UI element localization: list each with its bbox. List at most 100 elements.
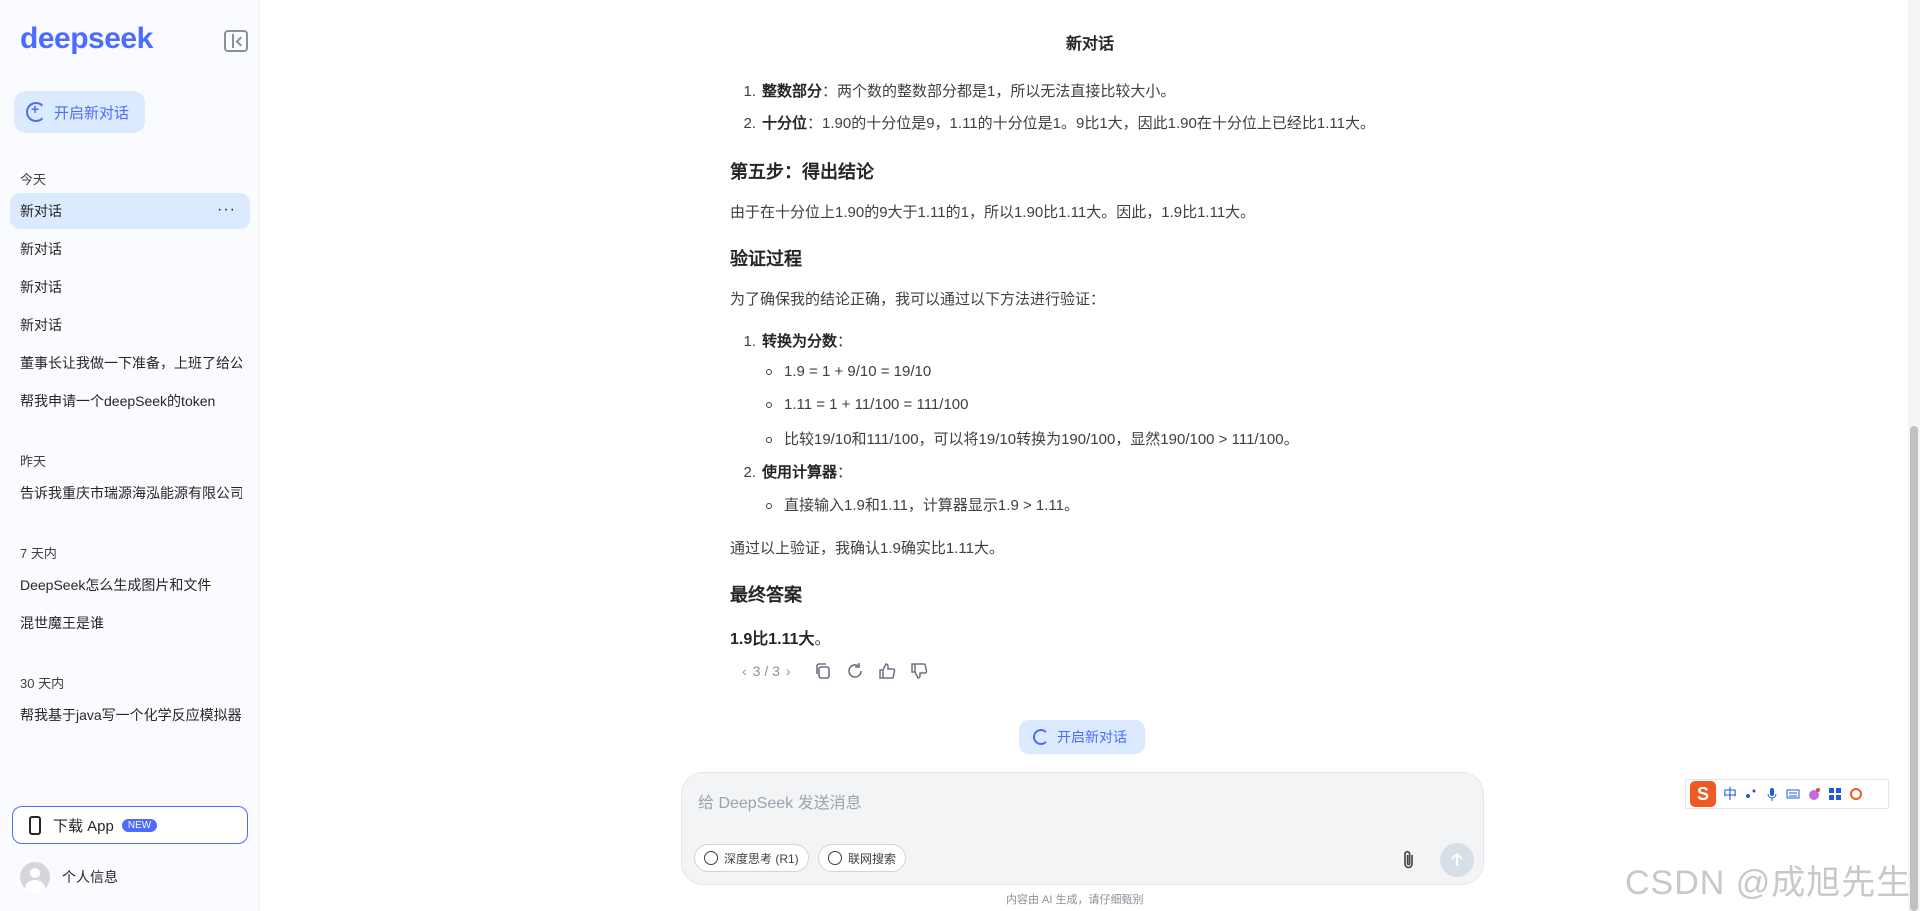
web-search-label: 联网搜索 <box>848 851 897 866</box>
bullet-item: 比较19/10和111/100，可以将19/10转换为190/100，显然190… <box>766 428 1299 449</box>
text: 1.9 = 1 + 9/10 = 19/10 <box>784 363 932 380</box>
watermark: CSDN @成旭先生 <box>1625 864 1912 902</box>
section-heading: 最终答案 <box>730 585 802 605</box>
conversation-item[interactable]: 混世魔王是谁 <box>10 605 250 641</box>
conversation-item[interactable]: 新对话 ··· <box>10 193 250 229</box>
text: ： <box>837 333 853 350</box>
conversation-item[interactable]: 帮我基于java写一个化学反应模拟器 <box>10 697 250 733</box>
section-heading: 第五步：得出结论 <box>730 162 874 182</box>
prev-response-icon[interactable]: ‹ <box>736 663 753 679</box>
thumbs-down-icon[interactable] <box>909 661 929 681</box>
profile-button[interactable]: 个人信息 <box>20 862 118 892</box>
microphone-icon[interactable] <box>1765 787 1779 801</box>
list-number: 2. <box>743 464 756 481</box>
thumbs-up-icon[interactable] <box>877 661 897 681</box>
group-label-today: 今天 <box>20 172 47 187</box>
group-label-30days: 30 天内 <box>20 676 65 691</box>
ime-toolbar: S 中 <box>1685 779 1889 809</box>
list-item: 1. 转换为分数： <box>730 330 852 351</box>
text: ： <box>837 464 853 481</box>
text: ：1.90的十分位是9，1.11的十分位是1。9比1大，因此1.90在十分位上已… <box>807 115 1375 132</box>
conversation-title: DeepSeek怎么生成图片和文件 <box>20 577 212 593</box>
list-item: 2. 十分位：1.90的十分位是9，1.11的十分位是1。9比1大，因此1.90在… <box>730 112 1375 133</box>
new-chat-pill-label: 开启新对话 <box>1057 729 1127 745</box>
keyboard-icon[interactable] <box>1786 787 1800 801</box>
bold-text: 使用计算器 <box>762 464 838 481</box>
deep-think-toggle[interactable]: 深度思考 (R1) <box>694 844 809 872</box>
text: 。 <box>814 631 831 648</box>
bullet-icon <box>766 369 772 376</box>
list-item: 2. 使用计算器： <box>730 461 852 482</box>
conversation-title: 帮我申请一个deepSeek的token <box>20 393 216 409</box>
conversation-title: 告诉我重庆市瑞源海泓能源有限公司 <box>20 485 242 501</box>
message-action-bar: ‹ 3 / 3 › <box>736 661 929 681</box>
regenerate-icon[interactable] <box>845 661 865 681</box>
web-search-toggle[interactable]: 联网搜索 <box>818 844 907 872</box>
group-label-7days: 7 天内 <box>20 546 57 561</box>
conversation-item[interactable]: 告诉我重庆市瑞源海泓能源有限公司 <box>10 475 250 511</box>
deepseek-logo: deepseek <box>20 22 153 55</box>
deep-think-label: 深度思考 (R1) <box>724 851 799 866</box>
skin-icon[interactable] <box>1807 787 1821 801</box>
bold-text: 整数部分 <box>762 83 823 100</box>
copy-icon[interactable] <box>813 661 833 681</box>
bullet-item: 1.9 = 1 + 9/10 = 19/10 <box>766 363 931 380</box>
paragraph: 为了确保我的结论正确，我可以通过以下方法进行验证： <box>730 291 1106 308</box>
ai-disclaimer: 内容由 AI 生成，请仔细甄别 <box>1006 894 1144 906</box>
collapse-sidebar-icon[interactable] <box>224 30 248 52</box>
ime-chinese-mode[interactable]: 中 <box>1723 784 1737 804</box>
text: 直接输入1.9和1.11，计算器显示1.9 > 1.11。 <box>784 497 1079 514</box>
atom-icon <box>704 851 718 865</box>
section-heading: 验证过程 <box>730 249 802 269</box>
phone-icon <box>29 815 41 835</box>
group-label-yesterday: 昨天 <box>20 454 47 469</box>
text: 比较19/10和111/100，可以将19/10转换为190/100，显然190… <box>784 431 1299 448</box>
bold-text: 1.9比1.11大 <box>730 631 815 648</box>
text: ：两个数的整数部分都是1，所以无法直接比较大小。 <box>822 83 1176 100</box>
new-chat-button[interactable]: 开启新对话 <box>14 91 145 133</box>
scrollbar-thumb[interactable] <box>1910 426 1918 911</box>
final-answer: 1.9比1.11大。 <box>730 625 831 649</box>
page-title: 新对话 <box>1066 36 1115 53</box>
conversation-title: 帮我基于java写一个化学反应模拟器 <box>20 707 242 723</box>
message-input-box[interactable]: 给 DeepSeek 发送消息 深度思考 (R1) 联网搜索 <box>681 772 1484 885</box>
new-chat-icon <box>26 101 46 122</box>
toolbox-icon[interactable] <box>1828 787 1842 801</box>
conversation-item[interactable]: DeepSeek怎么生成图片和文件 <box>10 567 250 603</box>
conversation-item[interactable]: 董事长让我做一下准备，上班了给公 <box>10 345 250 381</box>
download-app-label: 下载 App <box>53 817 114 835</box>
message-input[interactable]: 给 DeepSeek 发送消息 <box>698 789 862 813</box>
scrollbar[interactable] <box>1908 0 1920 911</box>
settings-icon[interactable] <box>1849 787 1863 801</box>
list-number: 2. <box>743 115 756 132</box>
globe-icon <box>828 851 842 865</box>
more-options-icon[interactable]: ··· <box>217 201 236 219</box>
next-response-icon[interactable]: › <box>780 663 797 679</box>
send-button[interactable] <box>1440 843 1474 877</box>
sogou-logo[interactable]: S <box>1690 781 1716 807</box>
new-chat-icon <box>1033 729 1049 745</box>
bullet-item: 直接输入1.9和1.11，计算器显示1.9 > 1.11。 <box>766 494 1079 515</box>
conversation-item[interactable]: 新对话 <box>10 231 250 267</box>
list-number: 1. <box>743 333 756 350</box>
conversation-item[interactable]: 新对话 <box>10 269 250 305</box>
conversation-item[interactable]: 帮我申请一个deepSeek的token <box>10 383 250 419</box>
paragraph: 由于在十分位上1.90的9大于1.11的1，所以1.90比1.11大。因此，1.… <box>730 204 1256 221</box>
sidebar: deepseek 开启新对话 今天 新对话 ··· 新对话 新对话 新对话 董事… <box>0 0 260 911</box>
paragraph: 通过以上验证，我确认1.9确实比1.11大。 <box>730 540 1004 557</box>
avatar <box>20 862 50 892</box>
conversation-item[interactable]: 新对话 <box>10 307 250 343</box>
punctuation-icon[interactable] <box>1744 787 1758 801</box>
attachment-icon[interactable] <box>1400 849 1418 871</box>
bullet-item: 1.11 = 1 + 11/100 = 111/100 <box>766 396 968 413</box>
new-chat-label: 开启新对话 <box>54 104 130 122</box>
profile-label: 个人信息 <box>62 869 118 885</box>
response-pager: 3 / 3 <box>752 663 780 679</box>
conversation-title: 新对话 <box>20 317 62 333</box>
bold-text: 转换为分数 <box>762 333 838 350</box>
conversation-title: 新对话 <box>20 203 62 219</box>
download-app-button[interactable]: 下载 App NEW <box>12 806 248 844</box>
new-chat-pill-button[interactable]: 开启新对话 <box>1019 720 1145 754</box>
bullet-icon <box>766 402 772 409</box>
bold-text: 十分位 <box>762 115 808 132</box>
